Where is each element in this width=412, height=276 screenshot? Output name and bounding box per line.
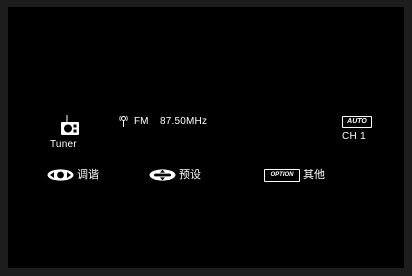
band-label: FM	[134, 116, 149, 127]
option-button-icon: OPTION	[264, 169, 300, 182]
radio-icon	[61, 115, 79, 135]
joystick-left-right-icon	[47, 169, 74, 181]
preset-action-label: 预设	[179, 169, 201, 181]
source-label: Tuner	[50, 139, 77, 150]
frequency-readout: 87.50MHz	[160, 116, 208, 127]
antenna-icon	[119, 115, 128, 127]
channel-label: CH 1	[342, 131, 366, 142]
joystick-up-down-icon	[149, 169, 176, 181]
tune-action-label: 调谐	[77, 169, 99, 181]
auto-mode-badge: AUTO	[342, 116, 372, 128]
tuner-screen: Tuner FM 87.50MHz AUTO CH 1 调谐 预设 OPTION…	[8, 7, 404, 268]
other-action-label: 其他	[303, 169, 325, 181]
